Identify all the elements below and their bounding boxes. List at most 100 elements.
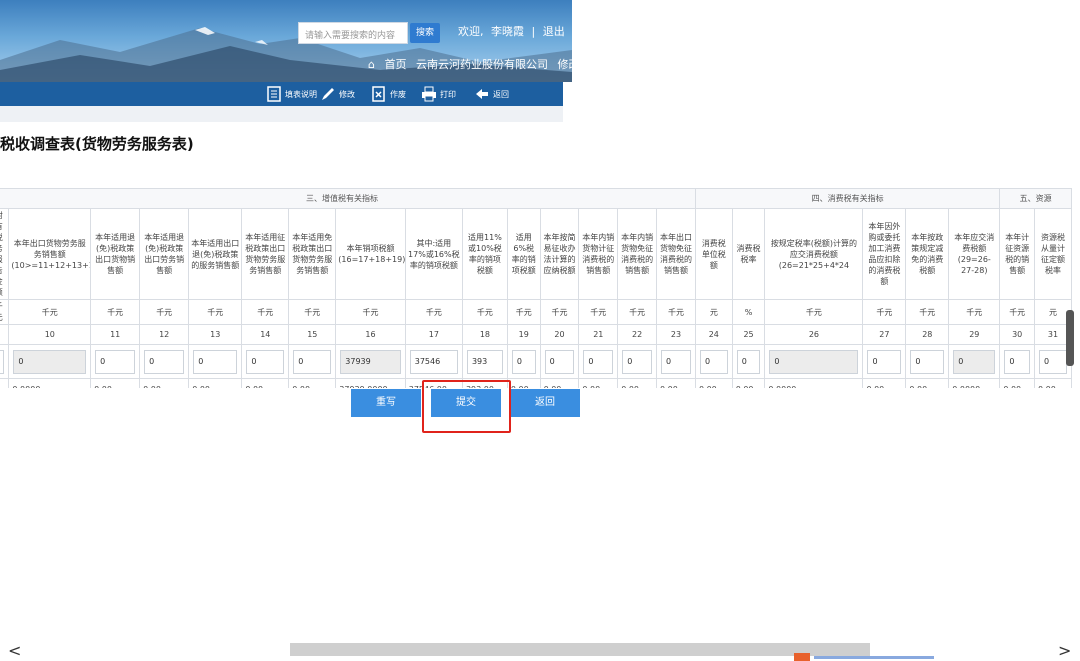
amount-field[interactable]: 0 xyxy=(95,349,136,374)
number-cell: 18 xyxy=(461,324,508,345)
input-row: 0 0 0 0 0 0 37939 37546 393 0 0 0 0 0 0 … xyxy=(0,344,1072,379)
input-cell: 0 xyxy=(731,344,766,379)
amount-field[interactable]: 0 xyxy=(193,349,238,374)
amount-field[interactable]: 0 xyxy=(953,349,996,374)
unit-cell: 千元 xyxy=(8,299,92,325)
number-cell: 30 xyxy=(999,324,1036,345)
input-cell: 0 xyxy=(506,344,541,379)
amount-field[interactable]: 0 xyxy=(910,349,945,374)
amount-field[interactable]: 0 xyxy=(293,349,332,374)
value-row: 0.0000 0.00 0.00 0.00 0.00 0.00 37939.00… xyxy=(0,378,1072,388)
back-button[interactable]: 返回 xyxy=(510,389,580,417)
unit-cell: 千元 xyxy=(905,299,950,325)
col-header: 本年内销货物计征消费税的销售额 xyxy=(578,208,619,300)
value-cell: 0.0000 xyxy=(948,378,1001,388)
toolbar-back[interactable]: 返回 xyxy=(474,86,509,102)
scroll-left-arrow[interactable]: < xyxy=(8,641,21,660)
home-icon[interactable]: ⌂ xyxy=(368,58,375,71)
logout-link[interactable]: 退出 xyxy=(543,25,565,38)
unit-cell: 千元 xyxy=(999,299,1036,325)
col-header: 本年按政策规定减免的消费税额 xyxy=(905,208,950,300)
number-cell: 26 xyxy=(764,324,864,345)
group-resource: 五、资源 xyxy=(999,188,1072,209)
group-vat: 三、增值税有关指标 xyxy=(0,188,696,209)
input-cell: 0 xyxy=(862,344,907,379)
amount-field[interactable]: 37546 xyxy=(409,349,458,374)
amount-field[interactable]: 0 xyxy=(661,349,691,374)
number-cell: 17 xyxy=(404,324,463,345)
value-cell: 0.00 xyxy=(506,378,541,388)
unit-cell: 千元 xyxy=(539,299,580,325)
unit-cell: 千元 xyxy=(0,299,10,325)
amount-field[interactable]: 0 xyxy=(144,349,185,374)
unit-row: 千元 千元 千元 千元 千元 千元 千元 千元 千元 千元 千元 千元 千元 千… xyxy=(0,299,1072,325)
number-cell: 23 xyxy=(656,324,696,345)
toolbar-void[interactable]: 作废 xyxy=(371,86,406,102)
amount-field[interactable]: 0 xyxy=(622,349,652,374)
rewrite-button[interactable]: 重写 xyxy=(351,389,421,417)
amount-field[interactable]: 0 xyxy=(511,349,536,374)
amount-field[interactable]: 37939 xyxy=(340,349,401,374)
value-cell: 0.0000 xyxy=(8,378,92,388)
amount-field[interactable]: 0 xyxy=(583,349,614,374)
toolbar: 填表说明 修改 作废 打印 返回 xyxy=(0,82,563,106)
toolbar-help-label: 填表说明 xyxy=(285,89,317,99)
amount-field[interactable]: 0 xyxy=(736,349,761,374)
number-row: 10 11 12 13 14 15 16 17 18 19 20 21 22 2… xyxy=(0,324,1072,345)
input-cell: 0 xyxy=(539,344,580,379)
top-nav: ⌂ 首页 云南云河药业股份有限公司 修改密码 xyxy=(368,56,572,72)
amount-field[interactable] xyxy=(0,349,5,374)
number-cell: 15 xyxy=(288,324,337,345)
number-cell: 13 xyxy=(188,324,243,345)
col-header: 消费税税率 xyxy=(731,208,766,300)
toolbar-help[interactable]: 填表说明 xyxy=(266,86,317,102)
amount-field[interactable]: 0 xyxy=(1039,349,1067,374)
value-cell: 0.00 xyxy=(999,378,1036,388)
scroll-right-arrow[interactable]: > xyxy=(1058,641,1071,660)
toolbar-print[interactable]: 打印 xyxy=(421,86,456,102)
amount-field[interactable]: 0 xyxy=(867,349,902,374)
amount-field[interactable]: 0 xyxy=(544,349,575,374)
void-icon xyxy=(372,86,385,102)
home-link[interactable]: 首页 xyxy=(384,58,406,71)
value-cell: 0.00 xyxy=(288,378,337,388)
search-button[interactable]: 搜索 xyxy=(410,23,440,43)
value-cell: 0.00 xyxy=(578,378,619,388)
input-cell: 0 xyxy=(139,344,190,379)
input-cell: 0 xyxy=(905,344,950,379)
scroll-thumb[interactable] xyxy=(290,643,870,656)
taskbar-strip xyxy=(794,653,934,661)
col-header: 资源税从量计征定额税率 xyxy=(1034,208,1072,300)
toolbar-edit[interactable]: 修改 xyxy=(320,86,355,102)
toolbar-print-label: 打印 xyxy=(440,89,456,99)
amount-field[interactable]: 0 xyxy=(13,349,87,374)
number-cell: 20 xyxy=(539,324,580,345)
amount-field[interactable]: 0 xyxy=(1004,349,1031,374)
col-header: 本年因外购或委托加工消费品应扣除的消费税额 xyxy=(862,208,907,300)
search-input[interactable]: 请输入需要搜索的内容 xyxy=(298,22,408,44)
input-cell: 0 xyxy=(578,344,619,379)
submit-highlight-box xyxy=(422,380,511,433)
unit-cell: 千元 xyxy=(404,299,463,325)
welcome-text: 欢迎, xyxy=(458,25,484,38)
toolbar-back-label: 返回 xyxy=(493,89,509,99)
input-cell: 0 xyxy=(764,344,864,379)
input-cell: 0 xyxy=(241,344,290,379)
col-header: 本年出口货物免征消费税的销售额 xyxy=(656,208,696,300)
change-password-link[interactable]: 修改密码 xyxy=(557,58,572,71)
number-cell: 25 xyxy=(731,324,766,345)
amount-field[interactable]: 0 xyxy=(699,349,728,374)
amount-field[interactable]: 0 xyxy=(769,349,859,374)
amount-field[interactable]: 393 xyxy=(466,349,503,374)
toolbar-subband xyxy=(0,106,563,122)
col-header: 本年适用退(免)税政策出口劳务销售额 xyxy=(139,208,190,300)
value-cell: 0.00 xyxy=(694,378,733,388)
col-header: 本年适用征税政策出口货物劳务服务销售额 xyxy=(241,208,290,300)
col-header: 附有税务报告金额 xyxy=(0,208,10,300)
amount-field[interactable]: 0 xyxy=(246,349,285,374)
number-cell: 14 xyxy=(241,324,290,345)
number-cell: 22 xyxy=(617,324,657,345)
vertical-scrollbar[interactable] xyxy=(1066,310,1074,366)
toolbar-void-label: 作废 xyxy=(390,89,406,99)
value-cell: 0.00 xyxy=(731,378,766,388)
